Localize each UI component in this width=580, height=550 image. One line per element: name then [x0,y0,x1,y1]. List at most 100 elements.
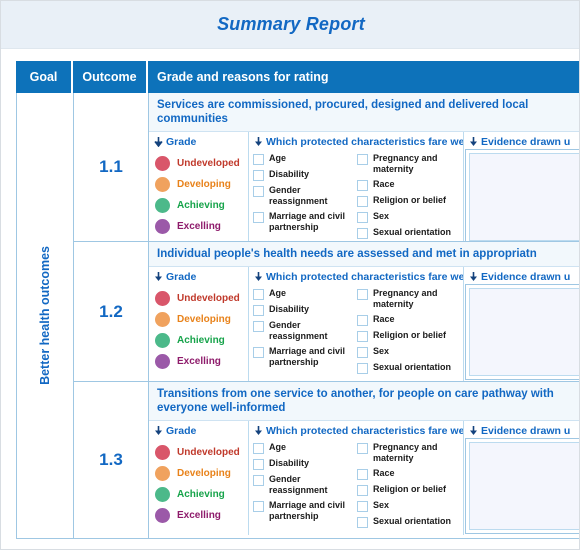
checkbox-race[interactable] [357,180,368,191]
checkbox-label: Marriage and civil partnership [269,211,346,232]
grade-label: Developing [177,314,231,325]
checkbox-gender-reassignment[interactable] [253,186,264,197]
evidence-input-box[interactable] [469,153,579,241]
grade-item[interactable]: Excelling [155,216,248,237]
checkbox-label: Marriage and civil partnership [269,346,346,367]
checkbox-row[interactable]: Age [253,153,357,165]
checkbox-age[interactable] [253,289,264,300]
section-title: Services are commissioned, procured, des… [149,93,579,132]
checkbox-marriage-civil-partnership[interactable] [253,212,264,223]
checkbox-row[interactable]: Race [357,179,461,191]
checkbox-marriage-civil-partnership[interactable] [253,501,264,512]
grade-panel-heading: Grade [149,271,248,286]
evidence-panel: Evidence drawn u [464,421,579,535]
section-panels: Grade Undeveloped Developing Achieving E… [149,132,579,241]
checkbox-label: Gender reassignment [269,474,328,495]
checkbox-gender-reassignment[interactable] [253,475,264,486]
checkbox-sex[interactable] [357,501,368,512]
checkbox-label: Religion or belief [373,330,447,340]
checkbox-religion-or-belief[interactable] [357,485,368,496]
checkbox-row[interactable]: Sex [357,211,461,223]
checkbox-sexual-orientation[interactable] [357,517,368,528]
checkbox-row[interactable]: Religion or belief [357,330,461,342]
checkbox-pregnancy-maternity[interactable] [357,154,368,165]
grade-item[interactable]: Developing [155,309,248,330]
grade-item[interactable]: Achieving [155,484,248,505]
checkbox-row[interactable]: Pregnancy and maternity [357,153,461,175]
checkbox-sexual-orientation[interactable] [357,363,368,374]
checkbox-row[interactable]: Gender reassignment [253,320,357,342]
checkbox-age[interactable] [253,154,264,165]
checkbox-row[interactable]: Gender reassignment [253,474,357,496]
evidence-input-box[interactable] [469,288,579,376]
checkbox-race[interactable] [357,469,368,480]
grade-item[interactable]: Achieving [155,330,248,351]
checkbox-row[interactable]: Marriage and civil partnership [253,211,357,233]
evidence-panel-heading: Evidence drawn u [464,271,579,286]
checkbox-row[interactable]: Sexual orientation [357,516,461,528]
characteristics-panel-heading: Which protected characteristics fare wel… [249,425,463,440]
checkbox-age[interactable] [253,443,264,454]
checkbox-row[interactable]: Sex [357,346,461,358]
checkbox-row[interactable]: Marriage and civil partnership [253,346,357,368]
characteristics-column-right: Pregnancy and maternity Race Religion or… [357,288,461,378]
checkbox-pregnancy-maternity[interactable] [357,443,368,454]
checkbox-row[interactable]: Age [253,288,357,300]
checkbox-row[interactable]: Religion or belief [357,484,461,496]
characteristics-column-left: Age Disability Gender reassignment Marri… [253,288,357,378]
checkbox-row[interactable]: Sexual orientation [357,362,461,374]
grade-item[interactable]: Achieving [155,195,248,216]
checkbox-row[interactable]: Religion or belief [357,195,461,207]
checkbox-gender-reassignment[interactable] [253,321,264,332]
checkbox-sex[interactable] [357,347,368,358]
outcome-column: 1.1 1.2 1.3 [74,93,149,538]
checkbox-row[interactable]: Disability [253,304,357,316]
outcome-section: Individual people's health needs are ass… [149,242,579,382]
checkbox-row[interactable]: Sexual orientation [357,227,461,239]
grade-item[interactable]: Developing [155,174,248,195]
grade-item[interactable]: Developing [155,463,248,484]
grade-label: Achieving [177,489,225,500]
checkbox-row[interactable]: Age [253,442,357,454]
checkbox-label: Age [269,288,287,298]
checkbox-race[interactable] [357,315,368,326]
checkbox-row[interactable]: Gender reassignment [253,185,357,207]
checkbox-pregnancy-maternity[interactable] [357,289,368,300]
checkbox-row[interactable]: Pregnancy and maternity [357,288,461,310]
checkbox-religion-or-belief[interactable] [357,196,368,207]
characteristics-panel-heading: Which protected characteristics fare wel… [249,271,463,286]
grade-label: Achieving [177,200,225,211]
checkbox-row[interactable]: Disability [253,458,357,470]
checkbox-label: Sex [373,211,390,221]
evidence-panel-heading-label: Evidence drawn u [481,271,571,283]
characteristics-panel-heading-label: Which protected characteristics fare wel… [266,136,463,148]
grade-item[interactable]: Undeveloped [155,288,248,309]
checkbox-row[interactable]: Pregnancy and maternity [357,442,461,464]
checkbox-row[interactable]: Sex [357,500,461,512]
checkbox-disability[interactable] [253,305,264,316]
grade-panel: Grade Undeveloped Developing Achieving E… [149,267,249,381]
checkbox-disability[interactable] [253,170,264,181]
checkbox-row[interactable]: Race [357,468,461,480]
evidence-panel-heading: Evidence drawn u [464,425,579,440]
checkbox-label: Race [373,314,395,324]
checkbox-sexual-orientation[interactable] [357,228,368,239]
grade-label: Achieving [177,335,225,346]
grade-item[interactable]: Excelling [155,351,248,372]
grade-item[interactable]: Undeveloped [155,153,248,174]
checkbox-disability[interactable] [253,459,264,470]
checkbox-marriage-civil-partnership[interactable] [253,347,264,358]
checkbox-label: Disability [269,458,310,468]
checkbox-religion-or-belief[interactable] [357,331,368,342]
grade-item[interactable]: Undeveloped [155,442,248,463]
checkbox-label: Gender reassignment [269,320,328,341]
checkbox-row[interactable]: Race [357,314,461,326]
column-header-goal: Goal [16,61,73,93]
checkbox-row[interactable]: Disability [253,169,357,181]
checkbox-sex[interactable] [357,212,368,223]
characteristics-panel-heading: Which protected characteristics fare wel… [249,136,463,151]
checkbox-row[interactable]: Marriage and civil partnership [253,500,357,522]
grade-label: Undeveloped [177,158,240,169]
evidence-input-box[interactable] [469,442,579,530]
grade-item[interactable]: Excelling [155,505,248,526]
